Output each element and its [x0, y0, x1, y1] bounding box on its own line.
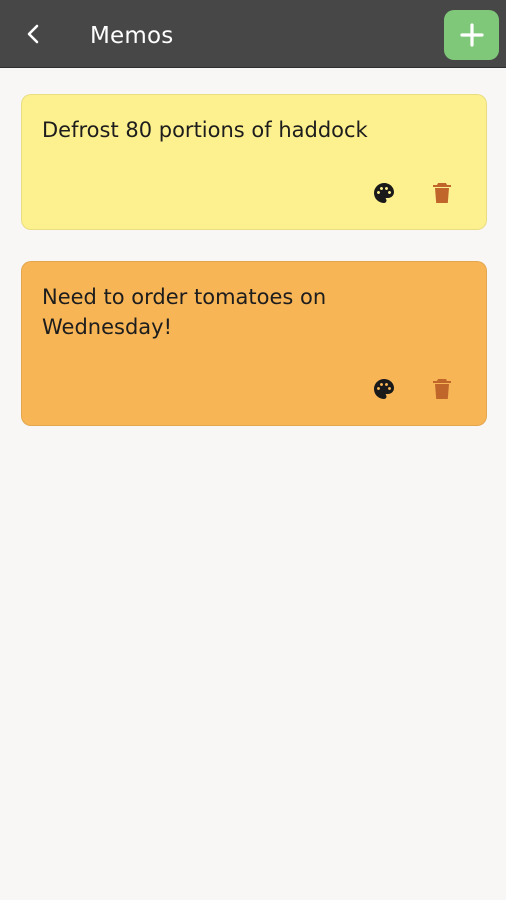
delete-memo-button[interactable]: [428, 179, 456, 207]
delete-memo-button[interactable]: [428, 375, 456, 403]
palette-icon: [374, 379, 394, 399]
memo-actions: [370, 179, 456, 207]
trash-icon: [433, 183, 451, 203]
app-bar: Memos: [0, 0, 506, 68]
change-color-button[interactable]: [370, 375, 398, 403]
chevron-left-icon: [27, 24, 39, 44]
memo-text: Defrost 80 portions of haddock: [42, 118, 368, 142]
memo-list: Defrost 80 portions of haddock Need to o…: [21, 94, 487, 457]
memo-card[interactable]: Defrost 80 portions of haddock: [21, 94, 487, 230]
memo-text: Need to order tomatoes on Wednesday!: [42, 285, 327, 339]
page-title: Memos: [90, 23, 174, 49]
memo-actions: [370, 375, 456, 403]
add-memo-button[interactable]: [444, 10, 499, 60]
palette-icon: [374, 183, 394, 203]
back-button[interactable]: [14, 14, 54, 54]
change-color-button[interactable]: [370, 179, 398, 207]
trash-icon: [433, 379, 451, 399]
plus-icon: [459, 23, 484, 47]
memo-card[interactable]: Need to order tomatoes on Wednesday!: [21, 261, 487, 426]
